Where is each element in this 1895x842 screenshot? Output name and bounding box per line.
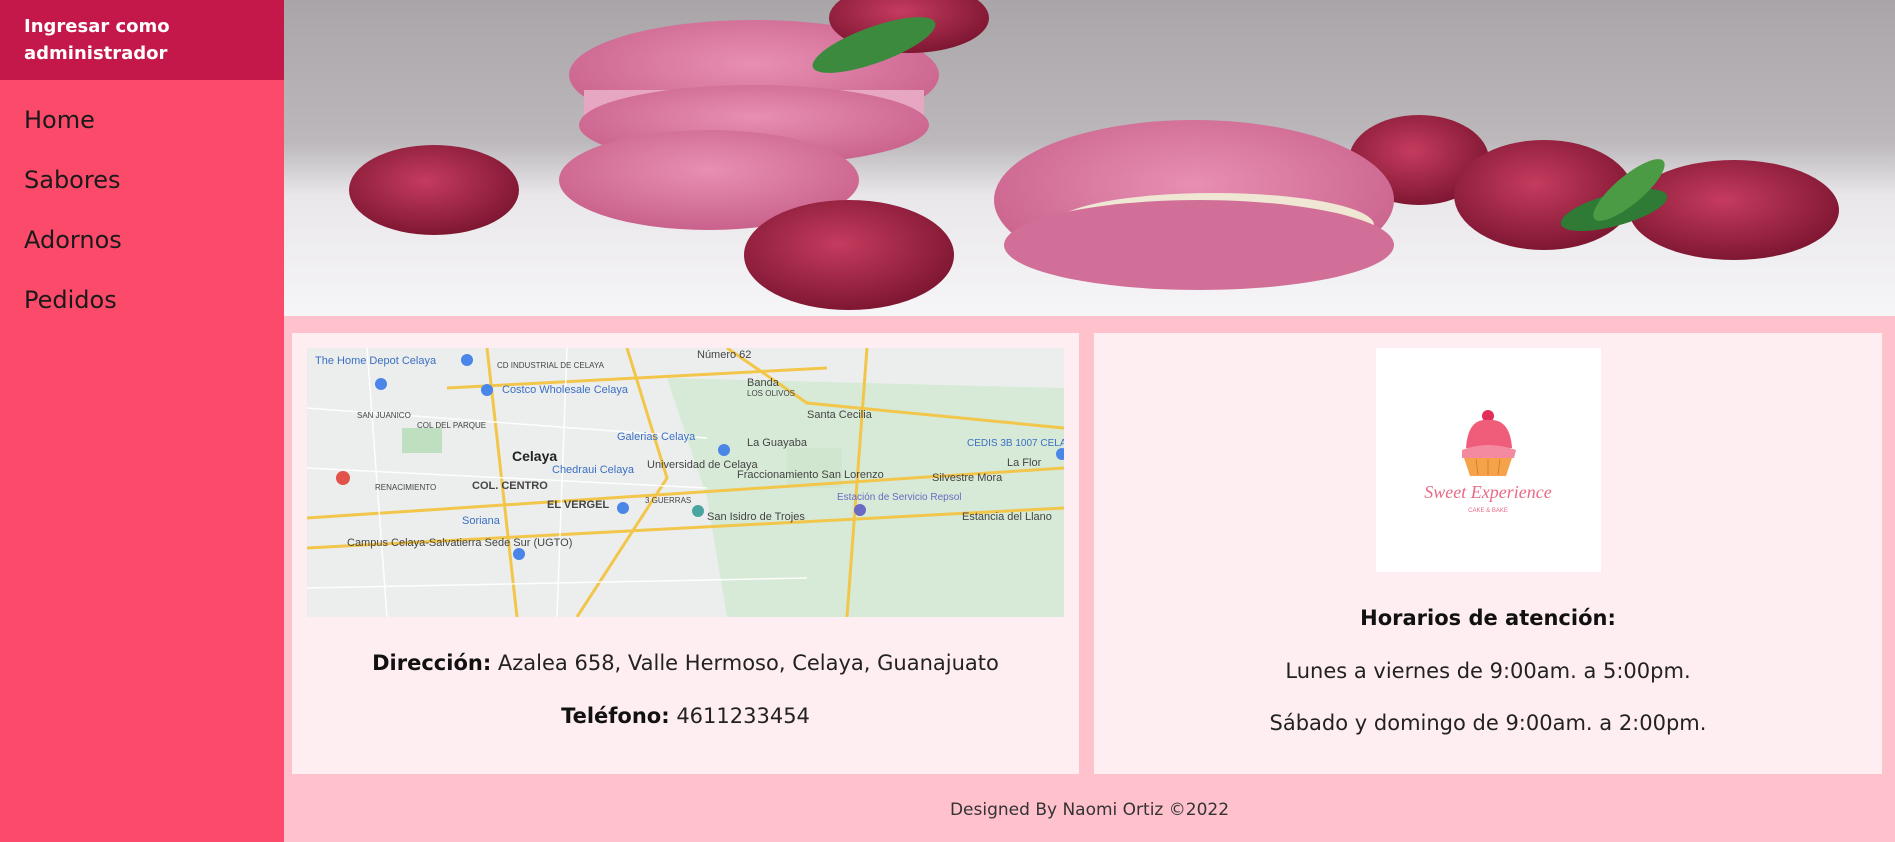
footer-credit: Designed By Naomi Ortiz ©2022 xyxy=(949,800,1230,820)
map-label-cedis: CEDIS 3B 1007 CELAYA xyxy=(967,438,1064,449)
logo: Sweet Experience CAKE & BAKE xyxy=(1376,348,1601,572)
map-label-santa-cecilia: Santa Cecilia xyxy=(807,409,873,421)
address-line: Dirección: Azalea 658, Valle Hermoso, Ce… xyxy=(292,651,1079,675)
map-label-soriana: Soriana xyxy=(462,515,501,527)
location-map[interactable]: The Home Depot Celaya CD INDUSTRIAL DE C… xyxy=(307,348,1064,617)
hours-weekdays: Lunes a viernes de 9:00am. a 5:00pm. xyxy=(1285,659,1691,683)
map-label-col-parque: COL DEL PARQUE xyxy=(417,421,486,430)
sidebar-item-sabores[interactable]: Sabores xyxy=(0,150,284,210)
map-label-banda: Banda xyxy=(747,377,780,389)
map-label-los-olivos: LOS OLIVOS xyxy=(747,389,795,398)
map-label-numero62: Número 62 xyxy=(697,349,751,361)
sidebar: Ingresar como administrador Home Sabores… xyxy=(0,0,284,842)
map-label-estacion: Estación de Servicio Repsol xyxy=(837,492,962,503)
map-label-cd-industrial: CD INDUSTRIAL DE CELAYA xyxy=(497,361,605,370)
address-value: Azalea 658, Valle Hermoso, Celaya, Guana… xyxy=(497,651,999,675)
map-label-celaya: Celaya xyxy=(512,448,557,464)
map-label-campus: Campus Celaya-Salvatierra Sede Sur (UGTO… xyxy=(347,537,572,549)
map-label-chedraui: Chedraui Celaya xyxy=(552,464,635,476)
map-label-la-flor: La Flor xyxy=(1007,457,1042,469)
phone-value: 4611233454 xyxy=(676,704,810,728)
map-label-fraccionamiento: Fraccionamiento San Lorenzo xyxy=(737,469,884,481)
sidebar-item-pedidos[interactable]: Pedidos xyxy=(0,270,284,330)
admin-login-link[interactable]: Ingresar como administrador xyxy=(0,0,284,80)
map-label-col-centro: COL. CENTRO xyxy=(472,480,548,492)
hours-card: Sweet Experience CAKE & BAKE Horarios de… xyxy=(1094,333,1882,774)
map-label-3-guerras: 3 GUERRAS xyxy=(645,496,691,505)
hours-title: Horarios de atención: xyxy=(1360,606,1616,630)
map-label-costco: Costco Wholesale Celaya xyxy=(502,384,629,396)
hero-image xyxy=(284,0,1895,316)
map-label-silvestre: Silvestre Mora xyxy=(932,472,1003,484)
map-label-el-vergel: EL VERGEL xyxy=(547,499,609,511)
sidebar-nav: Home Sabores Adornos Pedidos xyxy=(0,80,284,330)
phone-label: Teléfono: xyxy=(561,704,670,728)
map-label-home-depot: The Home Depot Celaya xyxy=(315,355,437,367)
map-label-san-isidro: San Isidro de Trojes xyxy=(707,511,805,523)
logo-tagline: CAKE & BAKE xyxy=(1468,508,1508,514)
sidebar-item-home[interactable]: Home xyxy=(0,90,284,150)
map-label-la-guayaba: La Guayaba xyxy=(747,437,808,449)
phone-line: Teléfono: 4611233454 xyxy=(292,704,1079,728)
map-label-renacimiento: RENACIMIENTO xyxy=(375,483,436,492)
logo-name: Sweet Experience xyxy=(1424,482,1551,502)
hours-weekend: Sábado y domingo de 9:00am. a 2:00pm. xyxy=(1269,711,1707,735)
sidebar-item-adornos[interactable]: Adornos xyxy=(0,210,284,270)
contact-card: The Home Depot Celaya CD INDUSTRIAL DE C… xyxy=(292,333,1079,774)
map-label-estancia: Estancia del Llano xyxy=(962,511,1052,523)
address-label: Dirección: xyxy=(372,651,492,675)
map-label-san-juanico: SAN JUANICO xyxy=(357,411,411,420)
map-label-galerias: Galerias Celaya xyxy=(617,431,696,443)
cupcake-icon xyxy=(1462,410,1516,476)
